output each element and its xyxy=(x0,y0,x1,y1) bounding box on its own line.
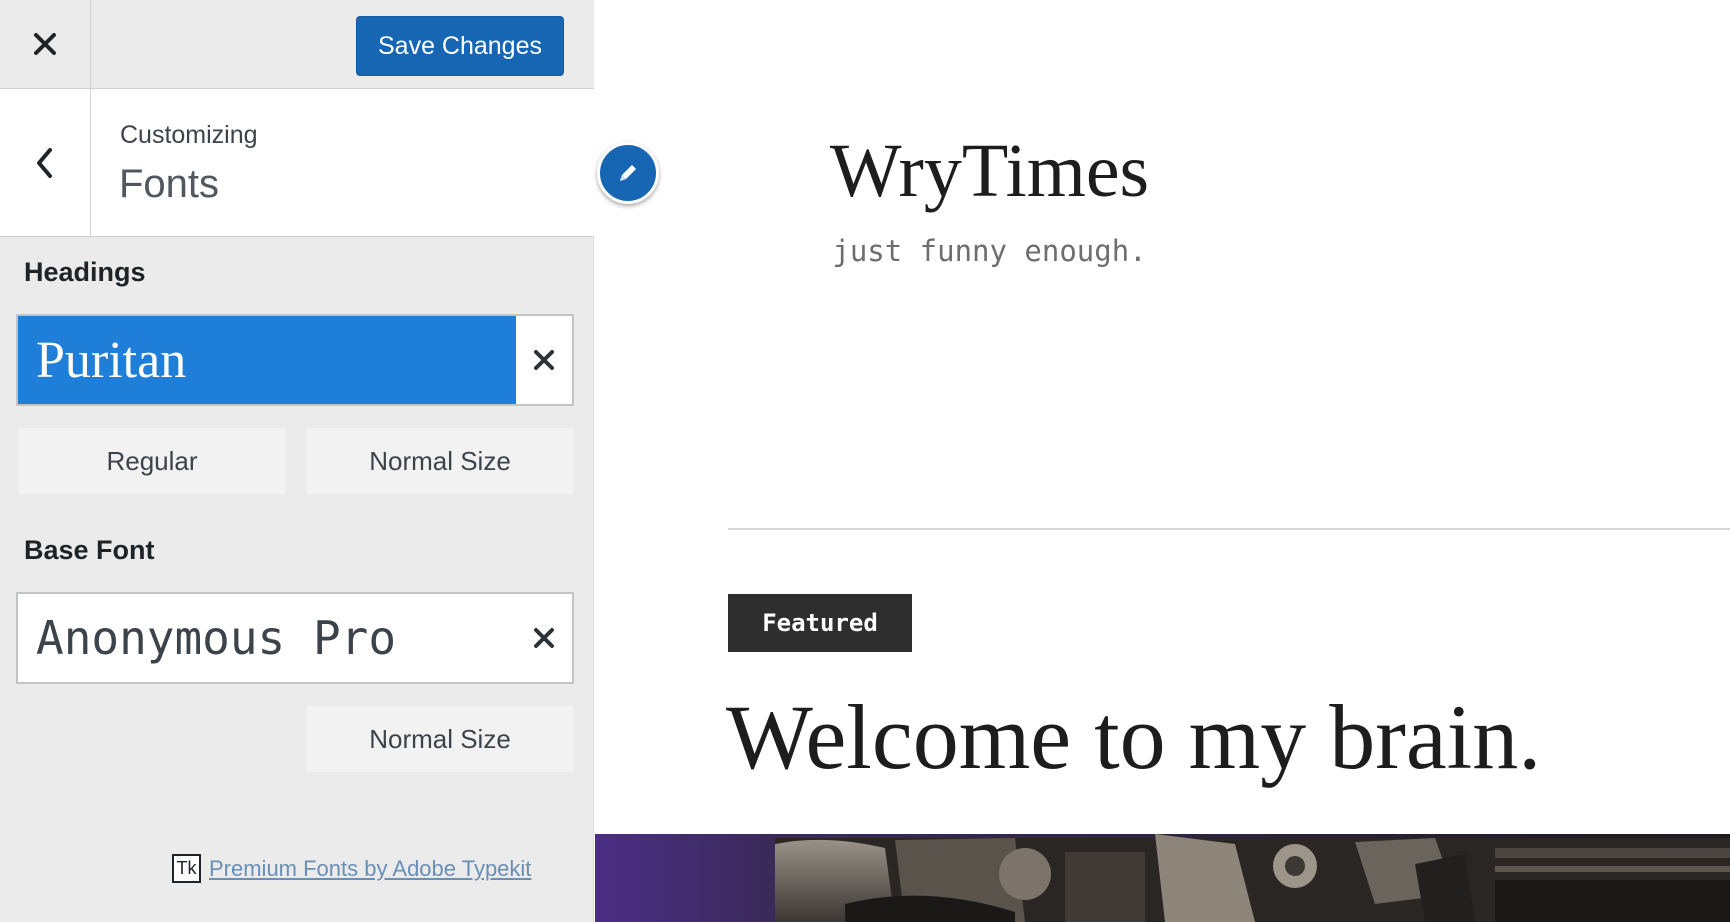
typekit-credit: Tk Premium Fonts by Adobe Typekit xyxy=(172,854,531,883)
site-tagline: just funny enough. xyxy=(832,234,1147,268)
clear-headings-font-button[interactable] xyxy=(516,316,572,404)
pencil-icon xyxy=(620,165,636,181)
close-icon xyxy=(534,628,554,648)
base-font-select[interactable]: Anonymous Pro xyxy=(16,592,574,684)
featured-image[interactable] xyxy=(595,834,1730,922)
header-divider xyxy=(728,528,1730,530)
save-changes-button[interactable]: Save Changes xyxy=(356,16,564,76)
headings-weight-button[interactable]: Regular xyxy=(18,428,286,494)
clear-base-font-button[interactable] xyxy=(516,594,572,682)
base-font-label: Base Font xyxy=(24,535,155,565)
site-title[interactable]: WryTimes xyxy=(712,128,1267,215)
post-title[interactable]: Welcome to my brain. xyxy=(726,684,1541,790)
base-font-name[interactable]: Anonymous Pro xyxy=(18,594,516,682)
base-font-size-button[interactable]: Normal Size xyxy=(306,706,574,772)
breadcrumb: Customizing xyxy=(120,121,258,149)
edit-shortcut-button[interactable] xyxy=(597,142,659,204)
customizer-header: Save Changes xyxy=(0,0,594,89)
close-icon xyxy=(34,33,56,55)
customizer-panel: Save Changes Customizing Fonts Headings … xyxy=(0,0,594,922)
typekit-logo: Tk xyxy=(172,854,201,883)
back-button[interactable] xyxy=(0,89,91,236)
featured-badge[interactable]: Featured xyxy=(728,594,912,652)
close-icon xyxy=(534,350,554,370)
headings-label: Headings xyxy=(24,257,146,287)
chevron-left-icon xyxy=(37,147,52,178)
headings-font-select[interactable]: Puritan xyxy=(16,314,574,406)
close-customizer-button[interactable] xyxy=(0,0,91,88)
section-title: Fonts xyxy=(119,162,220,206)
headings-size-button[interactable]: Normal Size xyxy=(306,428,574,494)
headings-font-name[interactable]: Puritan xyxy=(18,316,516,404)
section-header: Customizing Fonts xyxy=(0,89,594,237)
typekit-link[interactable]: Premium Fonts by Adobe Typekit xyxy=(209,856,531,882)
typewriter-photo xyxy=(595,834,1730,922)
